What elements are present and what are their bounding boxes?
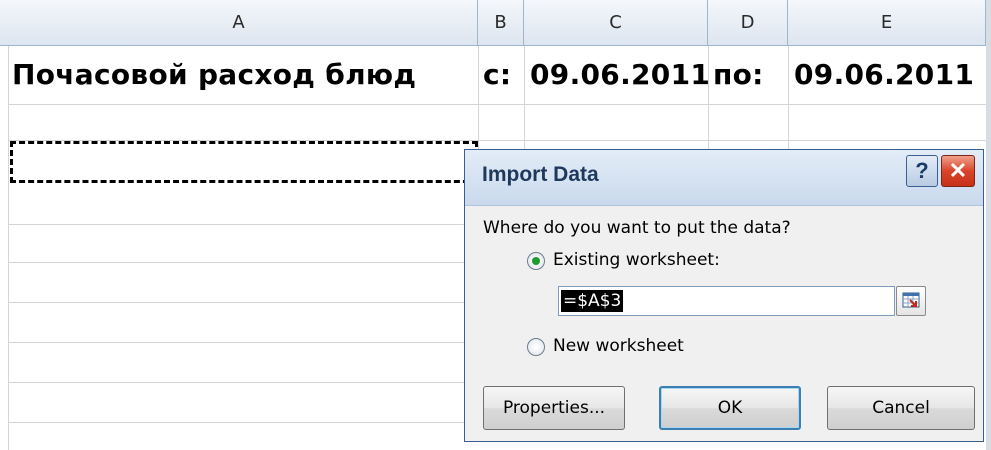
existing-worksheet-radio[interactable] bbox=[527, 252, 545, 270]
dialog-body: Where do you want to put the data? Exist… bbox=[465, 206, 983, 441]
cell-d1[interactable]: по: bbox=[713, 58, 764, 91]
grid-line bbox=[524, 46, 525, 150]
grid-line bbox=[8, 46, 9, 450]
selection-marquee-a3[interactable] bbox=[10, 141, 478, 183]
help-button[interactable]: ? bbox=[906, 155, 938, 187]
collapse-dialog-button[interactable] bbox=[896, 286, 926, 316]
grid-line bbox=[8, 262, 464, 263]
question-label: Where do you want to put the data? bbox=[483, 218, 791, 238]
import-data-dialog[interactable]: Import Data ? ✕ Where do you want to put… bbox=[464, 149, 984, 442]
reference-input[interactable]: =$A$3 bbox=[558, 286, 895, 316]
column-header-b[interactable]: B bbox=[478, 0, 524, 46]
column-header-c[interactable]: C bbox=[524, 0, 708, 46]
cell-e1[interactable]: 09.06.2011 bbox=[794, 58, 974, 91]
cell-a1[interactable]: Почасовой расход блюд bbox=[12, 58, 416, 91]
new-worksheet-label[interactable]: New worksheet bbox=[553, 336, 684, 356]
dialog-title: Import Data bbox=[482, 163, 599, 186]
column-header-d[interactable]: D bbox=[708, 0, 788, 46]
properties-button[interactable]: Properties... bbox=[483, 386, 625, 430]
grid-line bbox=[8, 302, 464, 303]
radio-selected-dot bbox=[532, 257, 540, 265]
grid-line bbox=[788, 46, 789, 150]
column-header-e[interactable]: E bbox=[788, 0, 986, 46]
grid-line bbox=[8, 224, 464, 225]
ok-button[interactable]: OK bbox=[659, 386, 801, 430]
grid-line bbox=[478, 46, 479, 150]
existing-worksheet-label[interactable]: Existing worksheet: bbox=[553, 250, 720, 270]
collapse-dialog-icon bbox=[902, 292, 920, 308]
new-worksheet-radio[interactable] bbox=[527, 338, 545, 356]
dialog-titlebar[interactable]: Import Data ? ✕ bbox=[465, 150, 983, 206]
grid-line bbox=[8, 104, 986, 105]
close-button[interactable]: ✕ bbox=[941, 155, 975, 187]
cancel-button[interactable]: Cancel bbox=[827, 386, 975, 430]
cell-c1[interactable]: 09.06.2011 bbox=[530, 58, 710, 91]
grid-line bbox=[8, 342, 464, 343]
reference-input-value: =$A$3 bbox=[561, 290, 624, 312]
grid-line bbox=[8, 422, 464, 423]
window-edge bbox=[986, 0, 991, 450]
grid-line bbox=[8, 382, 464, 383]
cell-b1[interactable]: с: bbox=[483, 58, 511, 91]
column-header-a[interactable]: A bbox=[0, 0, 478, 46]
